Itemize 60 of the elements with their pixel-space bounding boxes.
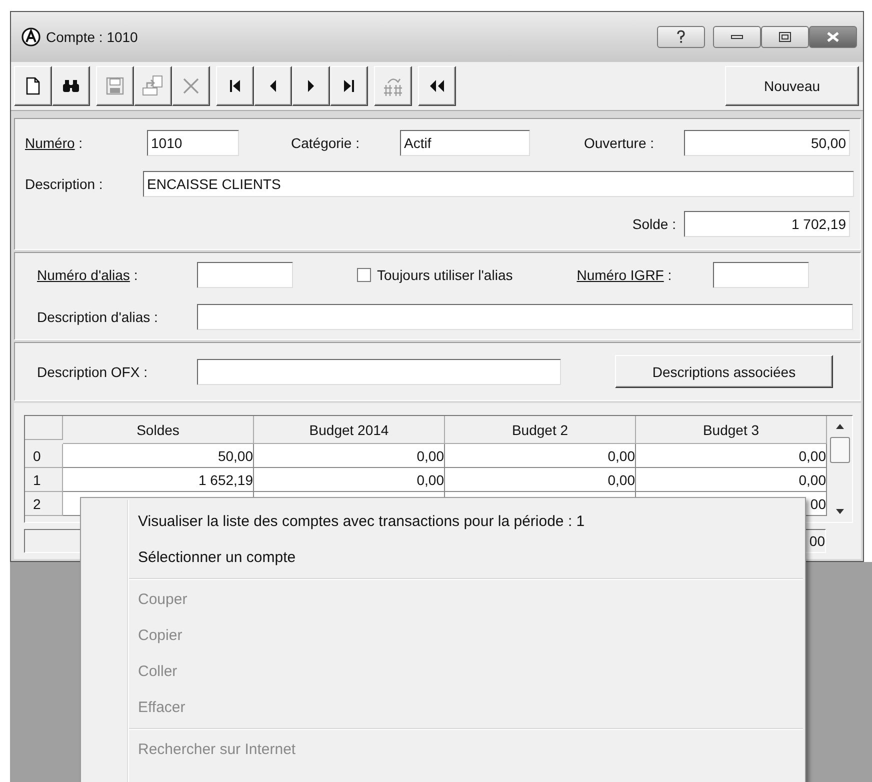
category-field[interactable]: Actif xyxy=(400,130,530,156)
table-cell: 0,00 xyxy=(445,468,636,492)
field-label: Solde : xyxy=(632,216,676,232)
delete-icon xyxy=(183,78,199,94)
first-button[interactable] xyxy=(216,66,254,106)
table-cell: 0,00 xyxy=(636,444,827,468)
previous-icon xyxy=(269,78,277,93)
field-label: Numéro : xyxy=(25,135,84,152)
checkbox-label: Toujours utiliser l'alias xyxy=(377,267,513,284)
alias-number-field[interactable] xyxy=(197,262,293,288)
scroll-down-icon xyxy=(836,508,844,514)
table-cell: 0,00 xyxy=(254,468,445,492)
table-cell: 0,00 xyxy=(445,444,636,468)
app-logo-icon xyxy=(21,26,41,47)
new-button[interactable]: Nouveau xyxy=(725,66,859,106)
table-cell: 50,00 xyxy=(63,444,254,468)
rewind-icon xyxy=(429,78,445,93)
igrf-number-field[interactable] xyxy=(712,262,809,288)
close-icon xyxy=(826,32,840,42)
last-record-icon xyxy=(343,78,355,93)
previous-button[interactable] xyxy=(254,66,292,106)
next-icon xyxy=(307,78,315,93)
field-label: Catégorie : xyxy=(291,135,360,152)
close-button[interactable] xyxy=(809,26,857,48)
field-label: Numéro IGRF : xyxy=(576,267,673,284)
document-icon xyxy=(26,76,40,95)
next-button[interactable] xyxy=(292,66,330,106)
alias-description-field[interactable] xyxy=(197,304,853,330)
help-icon xyxy=(676,30,686,44)
help-button[interactable] xyxy=(657,26,705,48)
field-label: Description : xyxy=(25,176,104,192)
table-cell: 1 652,19 xyxy=(63,468,254,492)
maximize-button[interactable] xyxy=(761,26,809,48)
corner-header-cell xyxy=(25,416,63,440)
field-label: Description OFX : xyxy=(37,364,148,380)
minimize-icon xyxy=(731,34,743,40)
field-label: Numéro d'alias : xyxy=(37,267,139,284)
balance-field[interactable]: 1 702,19 xyxy=(684,211,850,238)
maximize-icon xyxy=(779,32,791,42)
scroll-up-icon xyxy=(836,424,844,429)
find-button[interactable] xyxy=(52,66,90,106)
window-title: Compte : 1010 xyxy=(46,28,138,45)
checkbox[interactable] xyxy=(357,268,371,282)
associated-descriptions-button[interactable]: Descriptions associées xyxy=(615,355,833,388)
description-field[interactable]: ENCAISSE CLIENTS xyxy=(143,170,854,197)
copy-icon xyxy=(142,74,164,97)
first-record-icon xyxy=(229,78,241,93)
table-cell: 0,00 xyxy=(636,468,827,492)
last-button[interactable] xyxy=(330,66,368,106)
rewind-button[interactable] xyxy=(418,66,456,106)
field-label: Ouverture : xyxy=(584,135,656,152)
table-cell: 0,00 xyxy=(254,444,445,468)
ofx-description-field[interactable] xyxy=(197,358,561,385)
opening-field[interactable]: 50,00 xyxy=(684,130,850,156)
new-button[interactable] xyxy=(14,66,52,106)
binoculars-icon xyxy=(62,78,80,93)
minimize-button[interactable] xyxy=(713,26,761,48)
field-label: Description d'alias : xyxy=(37,308,159,325)
scrollbar-thumb[interactable] xyxy=(830,436,850,463)
number-field[interactable]: 1010 xyxy=(147,130,239,156)
